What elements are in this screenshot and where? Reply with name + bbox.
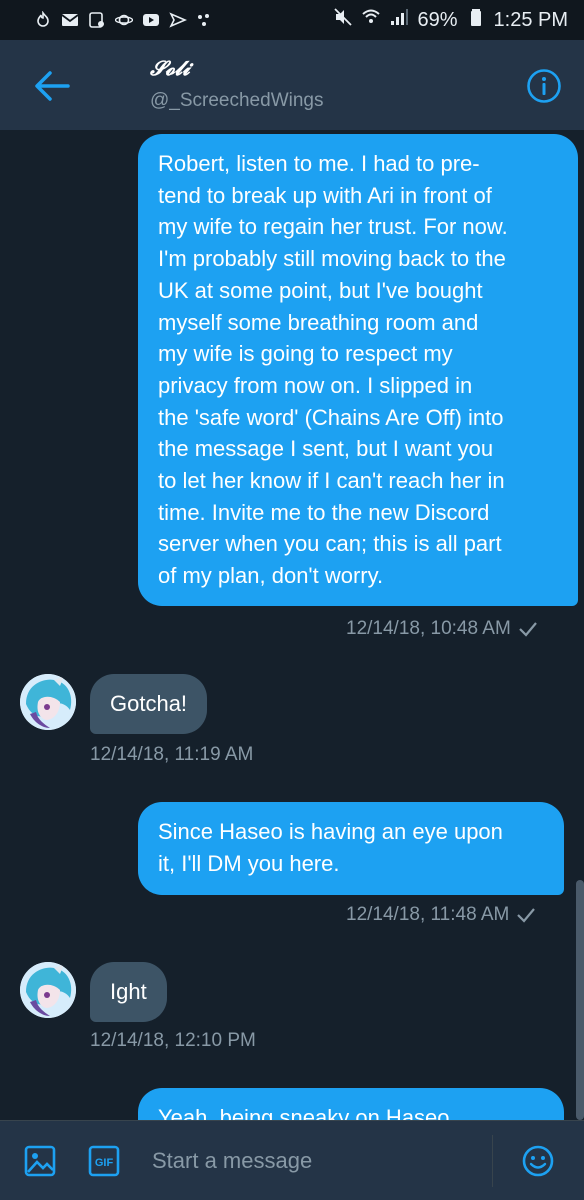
emoji-icon bbox=[522, 1145, 554, 1177]
scrollbar[interactable] bbox=[576, 880, 584, 1120]
message-text: Since Haseo is having an eye upon it, I'… bbox=[158, 819, 503, 876]
message-timestamp: 12/14/18, 12:10 PM bbox=[90, 1030, 256, 1052]
conversation-header: 𝓢𝓸𝓵𝓲 @_ScreechedWings bbox=[0, 40, 584, 130]
message-bubble-sent[interactable]: Yeah, being sneaky on Haseo bbox=[138, 1088, 564, 1120]
timestamp-text: 12/14/18, 11:19 AM bbox=[90, 744, 254, 765]
message-thread[interactable]: Robert, listen to me. I had to pre- tend… bbox=[0, 130, 584, 1120]
media-button[interactable] bbox=[22, 1143, 58, 1179]
message-input[interactable]: Start a message bbox=[152, 1141, 462, 1181]
message-timestamp: 12/14/18, 11:19 AM bbox=[90, 744, 253, 766]
message-text: Gotcha! bbox=[110, 691, 188, 716]
message-input-placeholder: Start a message bbox=[152, 1148, 313, 1173]
message-text: Robert, listen to me. I had to pre- tend… bbox=[158, 151, 508, 589]
youtube-icon bbox=[142, 11, 160, 29]
message-text: Ight bbox=[110, 979, 147, 1004]
avatar[interactable] bbox=[20, 674, 76, 730]
message-text: Yeah, being sneaky on Haseo bbox=[158, 1105, 450, 1120]
delivered-check-icon bbox=[517, 908, 536, 923]
conversation-info-button[interactable] bbox=[524, 66, 564, 106]
battery-icon bbox=[466, 7, 486, 33]
gif-icon: GIF bbox=[88, 1145, 120, 1177]
clock: 1:25 PM bbox=[493, 8, 568, 31]
battery-percent: 69% bbox=[417, 8, 458, 31]
signal-icon bbox=[389, 7, 409, 33]
message-timestamp: 12/14/18, 10:48 AM bbox=[346, 618, 539, 640]
message-bubble-received[interactable]: Ight bbox=[90, 962, 167, 1022]
timestamp-text: 12/14/18, 10:48 AM bbox=[346, 618, 511, 639]
mute-icon bbox=[333, 7, 353, 33]
gmail-icon bbox=[61, 11, 79, 29]
emoji-button[interactable] bbox=[520, 1143, 556, 1179]
timestamp-text: 12/14/18, 12:10 PM bbox=[90, 1030, 256, 1051]
delivered-check-icon bbox=[519, 622, 537, 637]
mail-icon bbox=[169, 11, 187, 29]
message-bubble-sent[interactable]: Robert, listen to me. I had to pre- tend… bbox=[138, 134, 578, 606]
message-bubble-received[interactable]: Gotcha! bbox=[90, 674, 208, 734]
composer-divider bbox=[492, 1135, 493, 1187]
back-arrow-icon bbox=[35, 71, 70, 101]
saturn-icon bbox=[115, 11, 133, 29]
dots-icon bbox=[196, 11, 214, 29]
gif-button[interactable]: GIF bbox=[86, 1143, 122, 1179]
notes-icon bbox=[88, 11, 106, 29]
timestamp-text: 12/14/18, 11:48 AM bbox=[346, 904, 510, 925]
notification-icons bbox=[34, 11, 214, 29]
image-icon bbox=[24, 1145, 56, 1177]
system-status: 69% 1:25 PM bbox=[333, 7, 568, 33]
info-icon bbox=[527, 69, 561, 103]
status-bar: 69% 1:25 PM bbox=[0, 0, 584, 40]
contact-handle: @_ScreechedWings bbox=[150, 90, 324, 111]
gif-label: GIF bbox=[95, 1157, 114, 1169]
avatar[interactable] bbox=[20, 962, 76, 1018]
message-bubble-sent[interactable]: Since Haseo is having an eye upon it, I'… bbox=[138, 802, 564, 896]
contact-name: 𝓢𝓸𝓵𝓲 bbox=[150, 56, 190, 80]
wifi-icon bbox=[361, 7, 381, 33]
back-button[interactable] bbox=[30, 64, 74, 108]
message-timestamp: 12/14/18, 11:48 AM bbox=[346, 904, 537, 926]
message-composer: GIF Start a message bbox=[0, 1120, 584, 1200]
tinder-icon bbox=[34, 11, 52, 29]
